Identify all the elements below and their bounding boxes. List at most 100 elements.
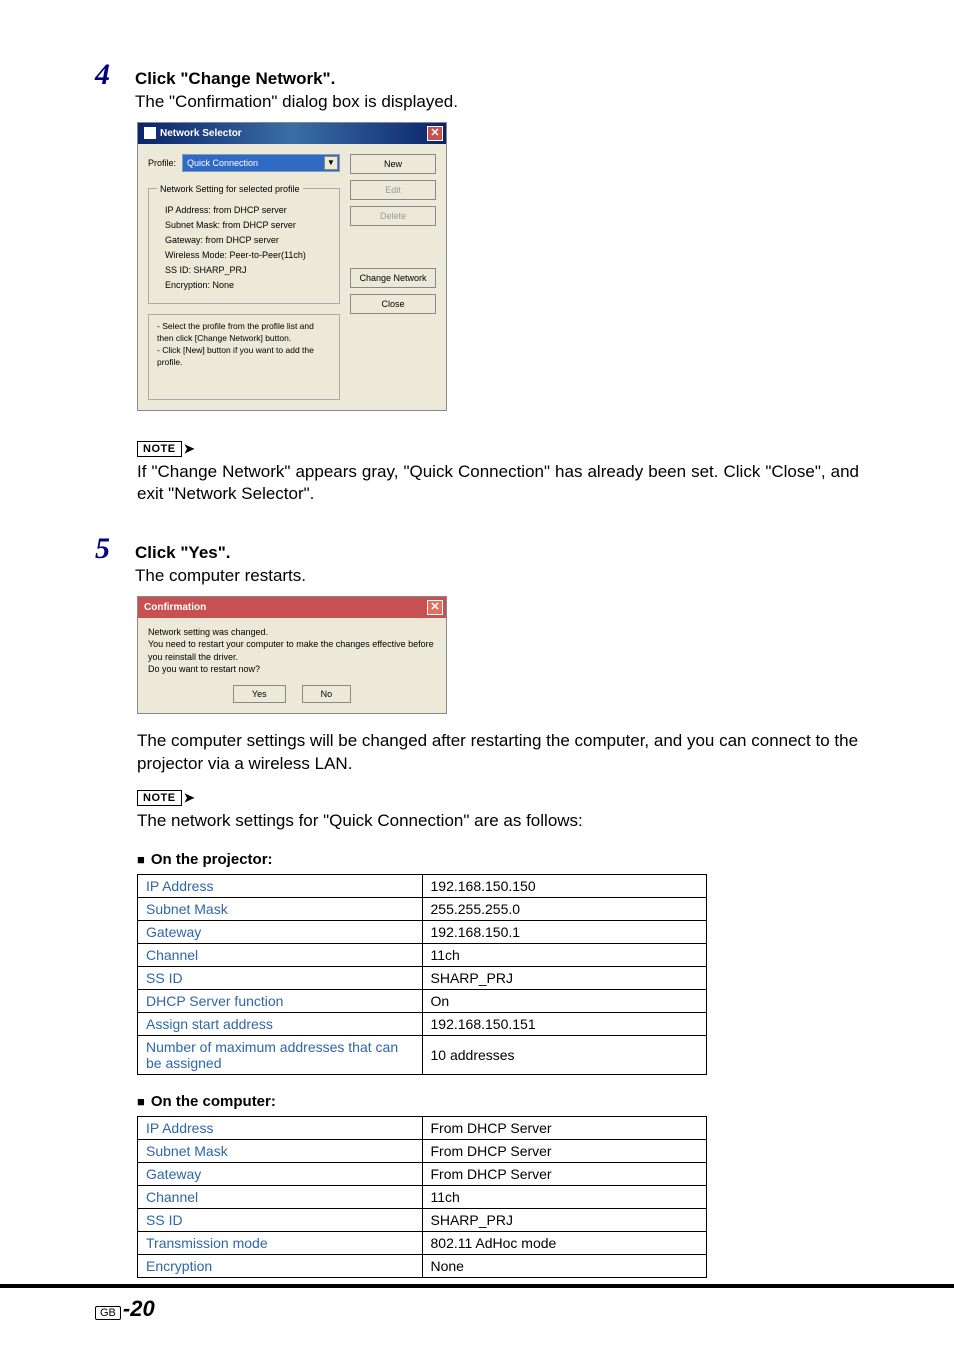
cell-label: Subnet Mask [138, 897, 423, 920]
ns-profile-row: Profile: Quick Connection ▼ [148, 154, 340, 172]
step-4-number: 4 [95, 60, 119, 90]
profile-label: Profile: [148, 158, 176, 168]
no-button[interactable]: No [302, 685, 352, 703]
network-selector-screenshot: Network Selector ✕ Profile: Quick Connec… [137, 122, 447, 411]
cell-label: SS ID [138, 966, 423, 989]
delete-button[interactable]: Delete [350, 206, 436, 226]
ns-titlebar: Network Selector ✕ [138, 123, 446, 144]
cell-label: Channel [138, 1185, 423, 1208]
step-5-number: 5 [95, 534, 119, 564]
cell-value: 255.255.255.0 [422, 897, 707, 920]
cell-value: 192.168.150.150 [422, 874, 707, 897]
step-5-content: Click "Yes". The computer restarts. [135, 543, 859, 588]
step-5-desc: The computer restarts. [135, 565, 859, 588]
cell-value: From DHCP Server [422, 1116, 707, 1139]
table-row: IP AddressFrom DHCP Server [138, 1116, 707, 1139]
cell-label: Encryption [138, 1254, 423, 1277]
cell-label: Number of maximum addresses that can be … [138, 1035, 423, 1074]
cell-label: Transmission mode [138, 1231, 423, 1254]
conf-titlebar: Confirmation ✕ [138, 597, 446, 618]
ns-tip-2: - Click [New] button if you want to add … [157, 345, 331, 369]
note-4-text: If "Change Network" appears gray, "Quick… [137, 461, 859, 507]
step-4-desc: The "Confirmation" dialog box is display… [135, 91, 859, 114]
projector-heading: ■ On the projector: [137, 851, 859, 868]
change-network-button[interactable]: Change Network [350, 268, 436, 288]
note-label-2: NOTE [137, 790, 182, 806]
ns-tips-box: - Select the profile from the profile li… [148, 314, 340, 400]
cell-label: SS ID [138, 1208, 423, 1231]
edit-button[interactable]: Edit [350, 180, 436, 200]
table-row: Channel11ch [138, 943, 707, 966]
page-footer: GB -20 [0, 1284, 954, 1322]
yes-button[interactable]: Yes [233, 685, 286, 703]
table-row: Channel11ch [138, 1185, 707, 1208]
note-tag-2: NOTE ➤ [137, 790, 194, 806]
computer-settings-table: IP AddressFrom DHCP ServerSubnet MaskFro… [137, 1116, 707, 1278]
cell-label: Subnet Mask [138, 1139, 423, 1162]
close-button[interactable]: Close [350, 294, 436, 314]
cell-label: Assign start address [138, 1012, 423, 1035]
table-row: EncryptionNone [138, 1254, 707, 1277]
cell-value: From DHCP Server [422, 1162, 707, 1185]
chevron-down-icon[interactable]: ▼ [324, 156, 338, 170]
table-row: SS IDSHARP_PRJ [138, 966, 707, 989]
cell-value: From DHCP Server [422, 1139, 707, 1162]
note-5-intro: The network settings for "Quick Connecti… [137, 810, 859, 833]
conf-buttons: Yes No [148, 685, 436, 703]
ns-title: Network Selector [160, 128, 242, 139]
profile-dropdown[interactable]: Quick Connection ▼ [182, 154, 340, 172]
note-arrow-icon: ➤ [184, 791, 195, 804]
confirmation-screenshot: Confirmation ✕ Network setting was chang… [137, 596, 447, 714]
table-row: GatewayFrom DHCP Server [138, 1162, 707, 1185]
cell-value: 11ch [422, 943, 707, 966]
step-5-title: Click "Yes". [135, 543, 859, 563]
table-row: Number of maximum addresses that can be … [138, 1035, 707, 1074]
cell-label: Channel [138, 943, 423, 966]
cell-label: DHCP Server function [138, 989, 423, 1012]
footer-label: GB -20 [95, 1296, 954, 1322]
ns-gateway: Gateway: from DHCP server [165, 235, 331, 245]
projector-settings-table: IP Address192.168.150.150Subnet Mask255.… [137, 874, 707, 1075]
computer-heading-text: On the computer: [151, 1093, 276, 1110]
ns-enc: Encryption: None [165, 280, 331, 290]
table-row: IP Address192.168.150.150 [138, 874, 707, 897]
ns-tip-1: - Select the profile from the profile li… [157, 321, 331, 345]
new-button[interactable]: New [350, 154, 436, 174]
ns-subnet: Subnet Mask: from DHCP server [165, 220, 331, 230]
cell-label: IP Address [138, 874, 423, 897]
step-4-title: Click "Change Network". [135, 69, 859, 89]
note-arrow-icon: ➤ [184, 442, 195, 455]
ns-titlebar-left: Network Selector [144, 127, 242, 139]
ns-fieldset-legend: Network Setting for selected profile [157, 184, 303, 194]
ns-right-buttons: New Edit Delete Change Network Close [350, 154, 436, 400]
table-row: SS IDSHARP_PRJ [138, 1208, 707, 1231]
cell-value: None [422, 1254, 707, 1277]
close-icon[interactable]: ✕ [427, 126, 443, 141]
ns-settings-fieldset: Network Setting for selected profile IP … [148, 184, 340, 304]
table-row: Subnet MaskFrom DHCP Server [138, 1139, 707, 1162]
table-row: Transmission mode802.11 AdHoc mode [138, 1231, 707, 1254]
bullet-icon: ■ [137, 852, 145, 867]
table-row: Gateway192.168.150.1 [138, 920, 707, 943]
table-row: Subnet Mask255.255.255.0 [138, 897, 707, 920]
cell-label: Gateway [138, 920, 423, 943]
region-badge: GB [95, 1306, 121, 1320]
step-4-content: Click "Change Network". The "Confirmatio… [135, 69, 859, 114]
bullet-icon: ■ [137, 1094, 145, 1109]
ns-left-panel: Profile: Quick Connection ▼ Network Sett… [148, 154, 340, 400]
ns-wmode: Wireless Mode: Peer-to-Peer(11ch) [165, 250, 331, 260]
cell-label: Gateway [138, 1162, 423, 1185]
page-number: -20 [123, 1296, 155, 1322]
close-icon[interactable]: ✕ [427, 600, 443, 615]
ns-ip: IP Address: from DHCP server [165, 205, 331, 215]
spacer [350, 232, 436, 262]
cell-label: IP Address [138, 1116, 423, 1139]
projector-heading-text: On the projector: [151, 851, 273, 868]
ns-ssid: SS ID: SHARP_PRJ [165, 265, 331, 275]
table-row: Assign start address192.168.150.151 [138, 1012, 707, 1035]
cell-value: SHARP_PRJ [422, 1208, 707, 1231]
table-row: DHCP Server functionOn [138, 989, 707, 1012]
cell-value: 802.11 AdHoc mode [422, 1231, 707, 1254]
conf-message: Network setting was changed. You need to… [148, 626, 436, 675]
conf-body: Network setting was changed. You need to… [138, 618, 446, 713]
